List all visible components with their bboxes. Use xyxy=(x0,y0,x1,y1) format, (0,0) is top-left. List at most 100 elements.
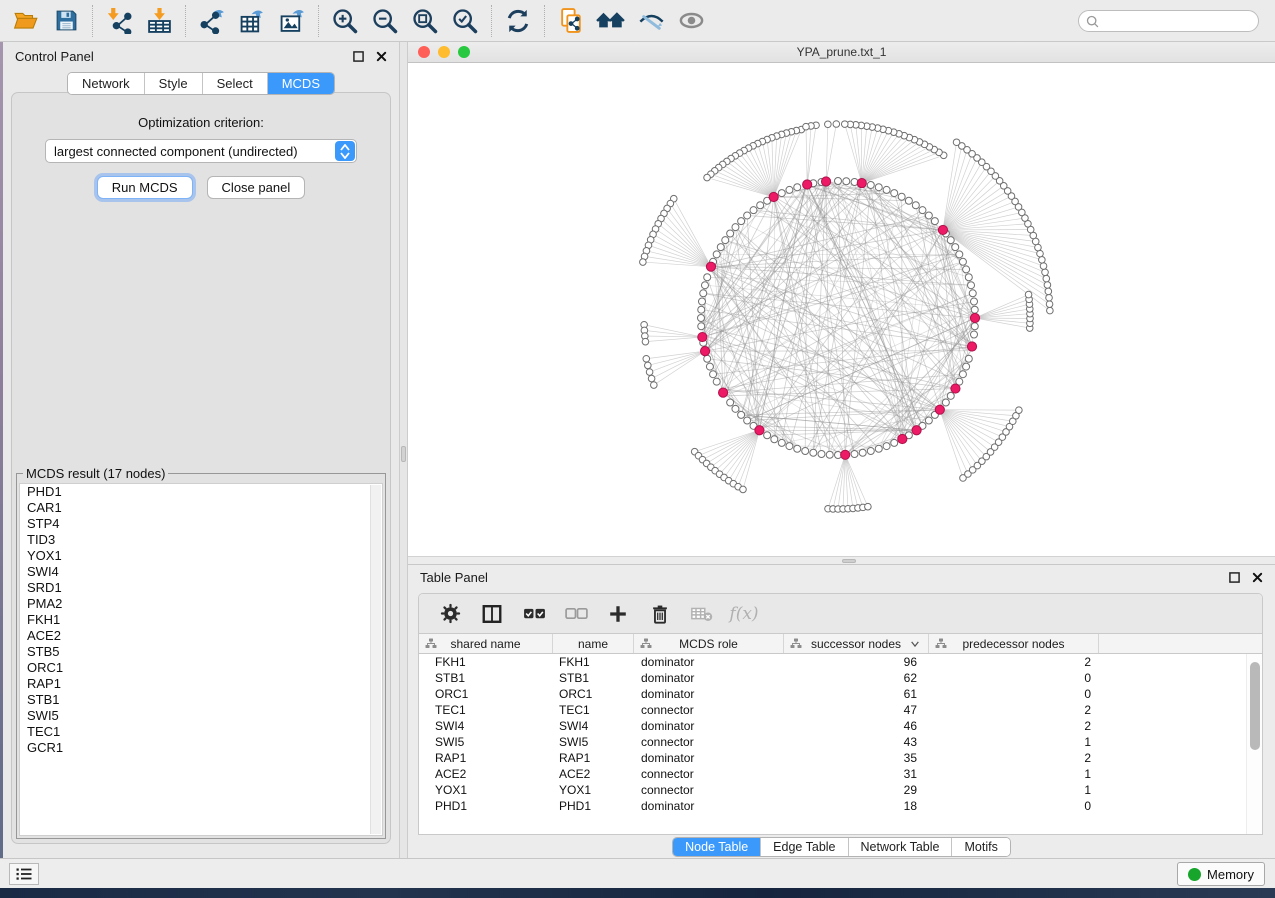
list-item[interactable]: PMA2 xyxy=(20,596,382,612)
close-panel-icon[interactable] xyxy=(1252,572,1263,583)
cell-name[interactable]: TEC1 xyxy=(553,702,634,718)
list-item[interactable]: GCR1 xyxy=(20,740,382,756)
cell-name[interactable]: ACE2 xyxy=(553,766,634,782)
list-scrollbar[interactable] xyxy=(370,485,381,834)
cell-shared-name[interactable]: SWI4 xyxy=(419,718,553,734)
cell-successor-nodes[interactable]: 61 xyxy=(784,686,929,702)
cell-successor-nodes[interactable]: 62 xyxy=(784,670,929,686)
zoom-selected-button[interactable] xyxy=(445,3,485,39)
cell-name[interactable]: STB1 xyxy=(553,670,634,686)
close-panel-icon[interactable] xyxy=(376,51,387,62)
cell-name[interactable]: ORC1 xyxy=(553,686,634,702)
cell-mcds-role[interactable]: dominator xyxy=(634,798,784,814)
column-visibility-button[interactable] xyxy=(475,598,509,630)
close-panel-button[interactable]: Close panel xyxy=(207,176,306,199)
tab-select[interactable]: Select xyxy=(203,73,268,94)
save-session-button[interactable] xyxy=(46,3,86,39)
add-column-button[interactable] xyxy=(601,598,635,630)
list-item[interactable]: TID3 xyxy=(20,532,382,548)
list-item[interactable]: ACE2 xyxy=(20,628,382,644)
export-image-button[interactable] xyxy=(272,3,312,39)
tab-style[interactable]: Style xyxy=(145,73,203,94)
network-graph[interactable] xyxy=(408,63,1275,556)
table-row[interactable]: FKH1 FKH1 dominator 96 2 xyxy=(419,654,1246,670)
table-row[interactable]: RAP1 RAP1 dominator 35 2 xyxy=(419,750,1246,766)
list-item[interactable]: YOX1 xyxy=(20,548,382,564)
column-header-mcds-role[interactable]: MCDS role xyxy=(634,634,784,653)
cell-predecessor-nodes[interactable]: 1 xyxy=(929,782,1099,798)
show-all-button[interactable] xyxy=(671,3,711,39)
column-header-shared-name[interactable]: shared name xyxy=(419,634,553,653)
float-panel-icon[interactable] xyxy=(353,51,364,62)
cell-name[interactable]: SWI5 xyxy=(553,734,634,750)
list-item[interactable]: CAR1 xyxy=(20,500,382,516)
list-item[interactable]: ORC1 xyxy=(20,660,382,676)
cell-predecessor-nodes[interactable]: 2 xyxy=(929,750,1099,766)
scrollbar-thumb[interactable] xyxy=(1250,662,1260,750)
delete-table-button[interactable] xyxy=(685,598,719,630)
cell-name[interactable]: SWI4 xyxy=(553,718,634,734)
horizontal-splitter[interactable] xyxy=(408,556,1275,565)
cell-successor-nodes[interactable]: 29 xyxy=(784,782,929,798)
cell-shared-name[interactable]: STB1 xyxy=(419,670,553,686)
column-header-successor-nodes[interactable]: successor nodes xyxy=(784,634,929,653)
list-item[interactable]: STB5 xyxy=(20,644,382,660)
table-row[interactable]: ORC1 ORC1 dominator 61 0 xyxy=(419,686,1246,702)
cell-successor-nodes[interactable]: 43 xyxy=(784,734,929,750)
cell-shared-name[interactable]: YOX1 xyxy=(419,782,553,798)
cell-successor-nodes[interactable]: 31 xyxy=(784,766,929,782)
hide-selected-button[interactable] xyxy=(631,3,671,39)
table-row[interactable]: PHD1 PHD1 dominator 18 0 xyxy=(419,798,1246,814)
cell-mcds-role[interactable]: connector xyxy=(634,766,784,782)
tab-edge-table[interactable]: Edge Table xyxy=(761,838,848,856)
table-row[interactable]: ACE2 ACE2 connector 31 1 xyxy=(419,766,1246,782)
list-item[interactable]: SWI4 xyxy=(20,564,382,580)
table-row[interactable]: TEC1 TEC1 connector 47 2 xyxy=(419,702,1246,718)
cell-successor-nodes[interactable]: 96 xyxy=(784,654,929,670)
splitter-grip[interactable] xyxy=(842,559,856,563)
delete-column-button[interactable] xyxy=(643,598,677,630)
cell-successor-nodes[interactable]: 46 xyxy=(784,718,929,734)
cell-shared-name[interactable]: ACE2 xyxy=(419,766,553,782)
cell-predecessor-nodes[interactable]: 2 xyxy=(929,702,1099,718)
list-item[interactable]: STB1 xyxy=(20,692,382,708)
cell-predecessor-nodes[interactable]: 1 xyxy=(929,734,1099,750)
run-mcds-button[interactable]: Run MCDS xyxy=(97,176,193,199)
list-item[interactable]: STP4 xyxy=(20,516,382,532)
cell-predecessor-nodes[interactable]: 2 xyxy=(929,654,1099,670)
cell-predecessor-nodes[interactable]: 1 xyxy=(929,766,1099,782)
table-row[interactable]: SWI5 SWI5 connector 43 1 xyxy=(419,734,1246,750)
task-history-button[interactable] xyxy=(9,863,39,885)
column-header-name[interactable]: name xyxy=(553,634,634,653)
export-table-button[interactable] xyxy=(232,3,272,39)
cell-predecessor-nodes[interactable]: 0 xyxy=(929,670,1099,686)
cell-shared-name[interactable]: SWI5 xyxy=(419,734,553,750)
import-table-button[interactable] xyxy=(139,3,179,39)
export-network-button[interactable] xyxy=(192,3,232,39)
memory-button[interactable]: Memory xyxy=(1177,862,1265,886)
cell-successor-nodes[interactable]: 35 xyxy=(784,750,929,766)
cell-name[interactable]: YOX1 xyxy=(553,782,634,798)
list-item[interactable]: RAP1 xyxy=(20,676,382,692)
table-row[interactable]: YOX1 YOX1 connector 29 1 xyxy=(419,782,1246,798)
cell-shared-name[interactable]: FKH1 xyxy=(419,654,553,670)
cell-mcds-role[interactable]: dominator xyxy=(634,686,784,702)
deselect-all-button[interactable] xyxy=(559,598,593,630)
criterion-dropdown[interactable]: largest connected component (undirected) xyxy=(45,139,357,163)
table-row[interactable]: SWI4 SWI4 dominator 46 2 xyxy=(419,718,1246,734)
vertical-splitter[interactable] xyxy=(399,42,408,858)
tab-node-table[interactable]: Node Table xyxy=(673,838,761,856)
cell-mcds-role[interactable]: connector xyxy=(634,782,784,798)
splitter-grip[interactable] xyxy=(401,446,406,462)
cell-successor-nodes[interactable]: 47 xyxy=(784,702,929,718)
zoom-fit-button[interactable] xyxy=(405,3,445,39)
list-item[interactable]: FKH1 xyxy=(20,612,382,628)
cell-shared-name[interactable]: PHD1 xyxy=(419,798,553,814)
refresh-layout-button[interactable] xyxy=(498,3,538,39)
table-row[interactable]: STB1 STB1 dominator 62 0 xyxy=(419,670,1246,686)
list-item[interactable]: SRD1 xyxy=(20,580,382,596)
open-file-button[interactable] xyxy=(6,3,46,39)
cell-mcds-role[interactable]: dominator xyxy=(634,654,784,670)
tab-motifs[interactable]: Motifs xyxy=(952,838,1009,856)
table-scrollbar[interactable] xyxy=(1246,654,1262,834)
